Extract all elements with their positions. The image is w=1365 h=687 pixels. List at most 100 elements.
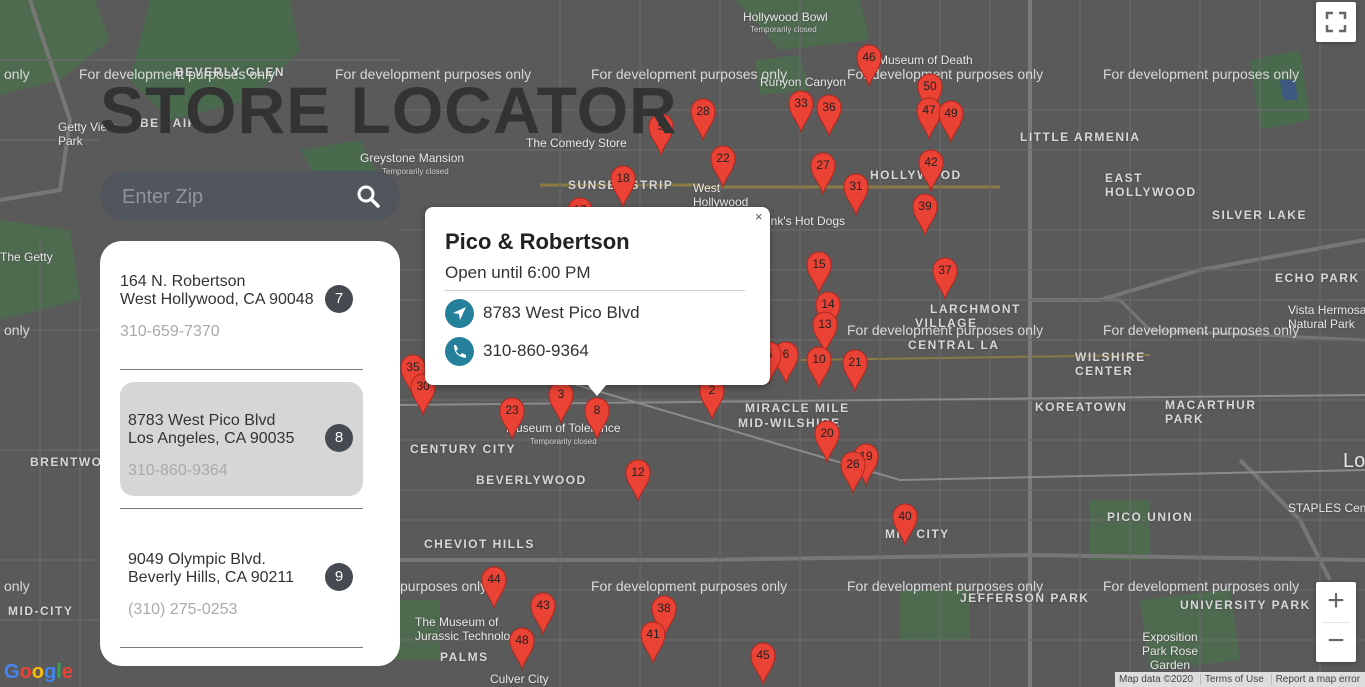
- map-label-palms: PALMS: [440, 650, 489, 664]
- google-logo[interactable]: Google: [4, 661, 73, 684]
- close-icon[interactable]: ×: [755, 209, 763, 224]
- watermark: For development purposes only: [591, 578, 788, 594]
- divider: [120, 647, 363, 648]
- marker-label: 48: [515, 633, 529, 647]
- map-marker-pin[interactable]: 39: [912, 192, 938, 236]
- map-marker-pin[interactable]: 49: [938, 99, 964, 143]
- popup-phone: 310-860-9364: [483, 341, 589, 360]
- map-label-closed: Temporarily closed: [750, 25, 817, 34]
- map-marker-pin[interactable]: 45: [750, 641, 776, 685]
- store-list-item[interactable]: 164 N. Robertson West Hollywood, CA 9004…: [120, 273, 363, 341]
- map-marker-pin[interactable]: 12: [625, 458, 651, 502]
- map-marker-pin[interactable]: 28: [690, 97, 716, 141]
- map-marker-pin[interactable]: 40: [892, 502, 918, 546]
- report-error-link[interactable]: Report a map error: [1270, 674, 1365, 685]
- fullscreen-button[interactable]: [1316, 2, 1356, 42]
- map-label-la: Lo: [1343, 450, 1365, 472]
- map-marker-pin[interactable]: 3: [548, 380, 574, 424]
- map-marker-pin[interactable]: 42: [918, 148, 944, 192]
- store-number-badge: 9: [325, 563, 353, 591]
- map-marker-pin[interactable]: 33: [788, 89, 814, 133]
- map-label-macarthur: MACARTHUR PARK: [1165, 398, 1257, 426]
- map-label-little-armenia: LITTLE ARMENIA: [1020, 130, 1141, 144]
- watermark: For development purposes only: [847, 322, 1044, 338]
- marker-label: 3: [557, 387, 565, 401]
- popup-tail: [587, 384, 607, 396]
- map-marker-pin[interactable]: 46: [856, 43, 882, 87]
- map-label-greystone: Greystone Mansion: [360, 151, 465, 165]
- marker-label: 33: [794, 96, 808, 110]
- marker-label: 50: [923, 79, 937, 93]
- store-address-line1: 8783 West Pico Blvd: [128, 412, 276, 429]
- map-marker-pin[interactable]: 18: [610, 164, 636, 208]
- map-label-miracle-mile: MIRACLE MILE: [745, 401, 850, 415]
- divider: [445, 290, 745, 291]
- marker-label: 26: [846, 457, 860, 471]
- map-label-koreatown: KOREATOWN: [1035, 400, 1128, 414]
- marker-label: 27: [816, 158, 830, 172]
- marker-label: 37: [938, 263, 952, 277]
- map-marker-pin[interactable]: 20: [814, 419, 840, 463]
- map-marker-pin[interactable]: 31: [843, 172, 869, 216]
- map-marker-pin[interactable]: 23: [499, 396, 525, 440]
- store-phone: 310-860-9364: [128, 462, 228, 479]
- marker-label: 2: [708, 383, 716, 397]
- map-label-greystone-closed: Temporarily closed: [382, 167, 449, 176]
- watermark: only: [4, 322, 30, 338]
- marker-label: 18: [616, 171, 630, 185]
- marker-label: 31: [849, 179, 863, 193]
- map-marker-pin[interactable]: 8: [584, 396, 610, 440]
- map-marker-pin[interactable]: 41: [640, 620, 666, 664]
- map-marker-pin[interactable]: 10: [806, 345, 832, 389]
- marker-label: 22: [716, 151, 730, 165]
- marker-label: 13: [818, 317, 832, 331]
- store-address-line1: 9049 Olympic Blvd.: [128, 551, 266, 568]
- zoom-in-button[interactable]: +: [1316, 582, 1356, 622]
- marker-label: 43: [536, 598, 550, 612]
- map-label-pico-union: PICO UNION: [1107, 510, 1194, 524]
- marker-label: 10: [812, 352, 826, 366]
- map-marker-pin[interactable]: 21: [842, 348, 868, 392]
- marker-label: 39: [918, 199, 932, 213]
- zip-search-input[interactable]: [120, 184, 344, 210]
- map-label-wilshire-center: WILSHIRE CENTER: [1075, 350, 1146, 378]
- phone-icon: [445, 337, 474, 366]
- search-icon[interactable]: [356, 184, 380, 208]
- map-label-culver-city: Culver City: [490, 672, 549, 686]
- watermark: purposes only: [400, 578, 488, 594]
- map-marker-pin[interactable]: 27: [810, 151, 836, 195]
- watermark: For development purposes only: [1103, 578, 1300, 594]
- map-label-vista-hermosa: Vista Hermosa Natural Park: [1288, 303, 1365, 331]
- store-list-item[interactable]: 9049 Olympic Blvd. Beverly Hills, CA 902…: [128, 551, 363, 619]
- map-marker-pin[interactable]: 22: [710, 144, 736, 188]
- store-list[interactable]: 164 N. Robertson West Hollywood, CA 9004…: [100, 241, 400, 666]
- map-marker-pin[interactable]: 37: [932, 256, 958, 300]
- map-marker-pin[interactable]: 48: [509, 626, 535, 670]
- marker-label: 20: [820, 426, 834, 440]
- marker-label: 46: [862, 50, 876, 64]
- map-marker-pin[interactable]: 15: [806, 250, 832, 294]
- map-marker-pin[interactable]: 44: [481, 565, 507, 609]
- marker-label: 38: [657, 601, 671, 615]
- zoom-out-button[interactable]: −: [1316, 623, 1356, 662]
- watermark: For development purposes only: [847, 578, 1044, 594]
- map-label-silver-lake: SILVER LAKE: [1212, 208, 1307, 222]
- map-label-cheviot-hills: CHEVIOT HILLS: [424, 537, 535, 551]
- map-label-larchmont: LARCHMONT: [930, 302, 1021, 316]
- marker-label: 44: [487, 572, 501, 586]
- fullscreen-icon: [1325, 11, 1347, 33]
- watermark: only: [4, 66, 30, 82]
- map-label-hollywood: HOLLYWOOD: [870, 168, 962, 182]
- store-list-item-selected[interactable]: 8783 West Pico Blvd Los Angeles, CA 9003…: [128, 412, 363, 480]
- map-label-museum-death: Museum of Death: [878, 53, 973, 67]
- store-number-badge: 8: [325, 424, 353, 452]
- map-marker-pin[interactable]: 36: [816, 93, 842, 137]
- terms-link[interactable]: Terms of Use: [1199, 674, 1268, 685]
- map-label-exposition: Exposition Park Rose Garden: [1141, 630, 1199, 672]
- zoom-control: + −: [1316, 582, 1356, 662]
- marker-label: 28: [696, 104, 710, 118]
- popup-address: 8783 West Pico Blvd: [483, 303, 640, 322]
- map-marker-pin[interactable]: 26: [840, 450, 866, 494]
- zip-search-box: [100, 171, 400, 221]
- map-attribution: Map data ©2020 Terms of Use Report a map…: [1115, 672, 1365, 687]
